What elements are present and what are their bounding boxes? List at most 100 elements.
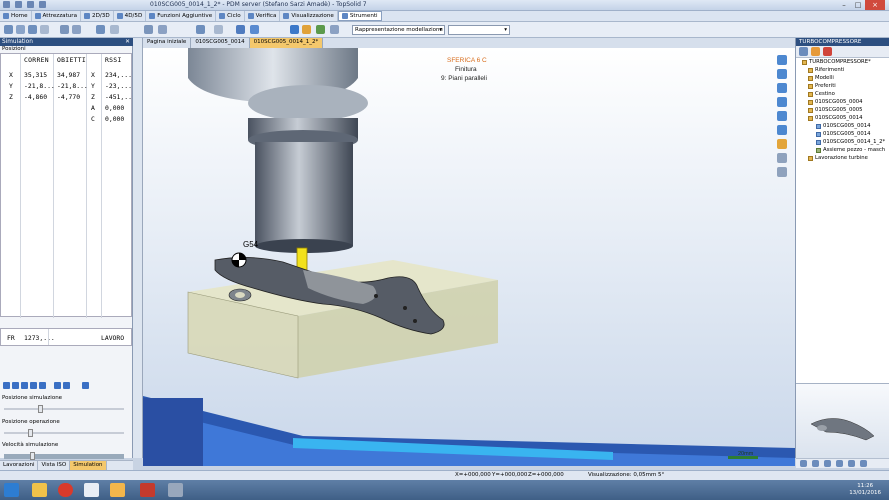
add-icon[interactable] [777,69,787,79]
shading-icon[interactable] [144,25,153,34]
lamp-icon[interactable] [330,25,339,34]
rotate-icon[interactable] [250,25,259,34]
pdf-icon[interactable] [140,483,155,497]
icon-e[interactable] [848,460,855,467]
close-button[interactable]: × [865,0,885,10]
tab-pagina-iniziale[interactable]: Pagina iniziale [143,38,192,48]
stop-icon[interactable] [3,381,10,389]
maximize-button[interactable]: □ [851,0,865,10]
wireframe-icon[interactable] [158,25,167,34]
fit-icon[interactable] [777,83,787,93]
menu-home[interactable]: Home [0,11,32,21]
icon-d[interactable] [836,460,843,467]
tree-node[interactable]: Preferiti [808,83,836,89]
grid-icon[interactable] [72,25,81,34]
pointer-icon[interactable] [4,25,13,34]
zoom-icon[interactable] [236,25,245,34]
views-icon[interactable] [777,153,787,163]
sketch-icon[interactable] [28,25,37,34]
tree-node[interactable]: Cestino [808,91,835,97]
plane-icon[interactable] [110,25,119,34]
slider-thumb[interactable] [38,405,43,413]
section-icon[interactable] [777,167,787,177]
color-icon[interactable] [316,25,325,34]
menu-funzioni[interactable]: Funzioni Aggiuntive [146,11,217,21]
icon-a[interactable] [800,460,807,467]
rewind-icon[interactable] [54,381,61,389]
tab-simulation[interactable]: Simulation [70,461,107,470]
filter-icon[interactable] [799,47,808,56]
menu-4d5d[interactable]: 4D/5D [114,11,147,21]
representation-select[interactable]: Rappresentazione modellazione ▾ [352,25,445,35]
section-icon[interactable] [214,25,223,34]
tree-node[interactable]: 010SCG005_0014 [808,115,863,121]
app-icon[interactable] [3,1,10,8]
render-icon[interactable] [302,25,311,34]
chevron-down-icon: ▾ [504,27,507,33]
play-icon[interactable] [21,381,28,389]
cube-icon[interactable] [290,25,299,34]
3d-viewport[interactable]: 20mm SFERICA 6 C Finitura 9: Piani paral… [143,48,795,466]
tree-node[interactable]: 010SCG005_0014 [816,131,871,137]
surface-icon[interactable] [40,25,49,34]
secondary-select[interactable]: ▾ [448,25,510,35]
step-forward-icon[interactable] [30,381,37,389]
move-icon[interactable] [777,55,787,65]
tree-node[interactable]: 010SCG005_0014_1_2* [816,139,885,145]
color-icon[interactable] [777,139,787,149]
icon-b[interactable] [812,460,819,467]
app-icon[interactable] [110,483,125,497]
topsolid-icon[interactable] [168,483,183,497]
tree-node[interactable]: Lavorazione turbine [808,155,868,161]
tree-node[interactable]: Modelli [808,75,834,81]
menu-visualizzazione[interactable]: Visualizzazione [280,11,338,21]
menu-attrezzatura[interactable]: Attrezzatura [32,11,82,21]
save-icon[interactable] [15,1,22,8]
notes-icon[interactable] [84,483,99,497]
tree-node[interactable]: Riferimenti [808,67,844,73]
menu-ciclo[interactable]: Ciclo [216,11,245,21]
window-icon[interactable] [777,97,787,107]
tree-node[interactable]: 010SCG005_0004 [808,99,863,105]
forward-icon[interactable] [63,381,70,389]
layer-icon[interactable] [60,25,69,34]
tab-vista-iso[interactable]: Vista ISO [38,461,71,470]
coord-z: Z=+000,000 [528,472,564,478]
menu-2d3d[interactable]: 2D/3D [81,11,114,21]
tree-node[interactable]: 010SCG005_0014 [816,123,871,129]
tree-node[interactable]: TURBOCOMPRESSORE* [802,59,871,65]
project-tree-panel: TURBOCOMPRESSORE TURBOCOMPRESSORE* Rifer… [795,38,889,468]
tab-doc-0014[interactable]: 010SCG005_0014 [191,38,250,48]
slider-thumb[interactable] [28,429,33,437]
rotate-icon[interactable] [777,111,787,121]
opera-icon[interactable] [58,483,73,497]
pos-sim-slider[interactable] [4,405,124,413]
refresh-icon[interactable] [811,47,820,56]
line-icon[interactable] [16,25,25,34]
redo-icon[interactable] [39,1,46,8]
icon-f[interactable] [860,460,867,467]
pos-op-slider[interactable] [4,429,124,437]
tree-node[interactable]: Assieme pezzo - masch [816,147,885,153]
minimize-button[interactable]: – [837,0,851,10]
zoom-icon[interactable] [777,125,787,135]
collapsed-panel-strip[interactable] [133,38,143,458]
undo-icon[interactable] [27,1,34,8]
tree-node[interactable]: 010SCG005_0005 [808,107,863,113]
menu-verifica[interactable]: Verifica [245,11,281,21]
tab-lavorazioni[interactable]: Lavorazioni [0,461,39,470]
view-icon[interactable] [196,25,205,34]
step-back-icon[interactable] [12,381,19,389]
start-icon[interactable] [4,483,19,497]
eject-icon[interactable] [82,381,89,389]
slider-thumb[interactable] [30,452,35,460]
icon-c[interactable] [824,460,831,467]
loop-icon[interactable] [39,381,46,389]
tab-doc-0014-1-2[interactable]: 010SCG005_0014_1_2* [249,38,324,48]
close-icon[interactable]: ✕ [125,38,130,46]
speed-slider[interactable] [4,452,124,460]
explorer-icon[interactable] [32,483,47,497]
menu-strumenti[interactable]: Strumenti [337,11,382,21]
pin-icon[interactable] [823,47,832,56]
measure-icon[interactable] [96,25,105,34]
